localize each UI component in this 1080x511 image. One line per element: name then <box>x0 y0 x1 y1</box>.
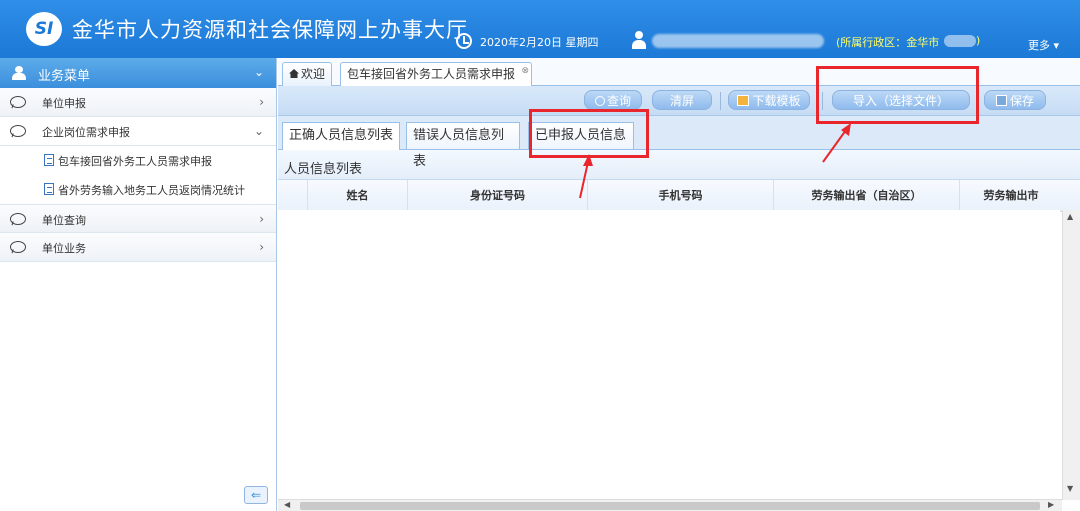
sidebar: 业务菜单 ⌄ 单位申报 › 企业岗位需求申报 ⌄ 包车接回省外务工人员需求申报 … <box>0 58 277 511</box>
column-header-name[interactable]: 姓名 <box>308 180 408 212</box>
collapse-sidebar-button[interactable]: ⇐ <box>244 486 268 504</box>
chevron-down-icon: ⌄ <box>253 124 264 138</box>
sidebar-item-label: 单位业务 <box>42 242 86 255</box>
toolbar-divider <box>720 92 721 110</box>
document-icon <box>44 183 54 195</box>
search-icon <box>594 96 605 106</box>
sidebar-item-job-demand[interactable]: 企业岗位需求申报 ⌄ <box>0 117 276 146</box>
caret-down-icon: ▾ <box>1053 39 1060 52</box>
clear-label: 清屏 <box>669 94 694 108</box>
row-number-header <box>278 180 308 212</box>
logo: SI <box>26 12 62 46</box>
sidebar-item-unit-business[interactable]: 单位业务 › <box>0 233 276 262</box>
query-button[interactable]: 查询 <box>584 90 642 110</box>
document-icon <box>44 154 54 166</box>
tab-label: 包车接回省外务工人员需求申报 <box>347 67 516 81</box>
save-label: 保存 <box>1009 94 1034 108</box>
blurred-username <box>652 34 824 48</box>
annotation-arrow-icon <box>822 123 851 163</box>
sidebar-title: 业务菜单 <box>38 69 91 84</box>
chevron-down-icon: ⌄ <box>253 65 264 79</box>
download-label: 下载模板 <box>752 94 801 108</box>
person-icon <box>12 66 26 80</box>
save-button[interactable]: 保存 <box>984 90 1046 110</box>
blurred-region <box>944 35 976 47</box>
region-suffix: ) <box>976 34 981 47</box>
chat-bubble-icon <box>10 96 26 108</box>
column-header-id[interactable]: 身份证号码 <box>408 180 588 212</box>
chat-bubble-icon <box>10 213 26 225</box>
table-body <box>278 210 1060 488</box>
sidebar-item-label: 单位申报 <box>42 97 86 110</box>
tab-welcome[interactable]: 欢迎 <box>282 62 333 86</box>
vertical-scrollbar[interactable]: ▲ ▼ <box>1062 210 1080 500</box>
query-label: 查询 <box>606 94 631 108</box>
sidebar-item-unit-query[interactable]: 单位查询 › <box>0 204 276 233</box>
tab-correct-list[interactable]: 正确人员信息列表 <box>282 122 400 150</box>
download-template-button[interactable]: 下载模板 <box>728 90 810 110</box>
column-header-phone[interactable]: 手机号码 <box>588 180 774 212</box>
sidebar-subitem-bus-return[interactable]: 包车接回省外务工人员需求申报 <box>0 146 276 175</box>
annotation-arrow-icon <box>579 154 593 199</box>
save-icon <box>995 95 1007 106</box>
close-icon[interactable]: ⊗ <box>521 60 529 82</box>
sidebar-item-unit-declare[interactable]: 单位申报 › <box>0 88 276 117</box>
highlight-box-import <box>816 66 979 124</box>
user-icon <box>632 31 646 49</box>
more-label: 更多 <box>1028 39 1050 52</box>
clear-button[interactable]: 清屏 <box>652 90 712 110</box>
chevron-right-icon: › <box>259 240 264 254</box>
sidebar-subitem-label: 省外劳务输入地务工人员返岗情况统计 <box>58 184 245 197</box>
arrow-left-icon: ⇐ <box>250 488 262 502</box>
table-header: 姓名 身份证号码 手机号码 劳务输出省（自治区） 劳务输出市 <box>278 180 1080 212</box>
current-date: 2020年2月20日 星期四 <box>480 36 599 49</box>
chevron-right-icon: › <box>259 212 264 226</box>
column-header-city[interactable]: 劳务输出市 <box>960 180 1062 212</box>
sidebar-header[interactable]: 业务菜单 ⌄ <box>0 58 276 88</box>
tab-bus-return[interactable]: 包车接回省外务工人员需求申报 ⊗ <box>340 60 533 87</box>
sidebar-item-label: 企业岗位需求申报 <box>42 126 130 139</box>
clock-icon <box>456 33 472 49</box>
more-menu[interactable]: 更多 ▾ <box>1028 37 1059 53</box>
tab-label: 欢迎 <box>301 67 326 81</box>
chevron-right-icon: › <box>259 95 264 109</box>
download-icon <box>737 95 750 106</box>
list-title: 人员信息列表 <box>278 150 1080 180</box>
sidebar-subitem-return-stats[interactable]: 省外劳务输入地务工人员返岗情况统计 <box>0 175 276 204</box>
tab-error-list[interactable]: 错误人员信息列表 <box>406 122 520 169</box>
horizontal-scrollbar[interactable]: ◀ ▶ <box>278 499 1062 511</box>
chat-bubble-icon <box>10 125 26 137</box>
chat-bubble-icon <box>10 241 26 253</box>
sidebar-item-label: 单位查询 <box>42 214 86 227</box>
main-panel: 欢迎 包车接回省外务工人员需求申报 ⊗ 查询 清屏 下载模板 导入（选择文件） 保… <box>278 58 1080 511</box>
scroll-right-icon[interactable]: ▶ <box>1048 500 1054 509</box>
tab-label: 正确人员信息列表 <box>289 128 394 143</box>
app-header: SI 金华市人力资源和社会保障网上办事大厅 2020年2月20日 星期四 (所属… <box>0 0 1080 58</box>
scroll-left-icon[interactable]: ◀ <box>284 500 290 509</box>
app-title: 金华市人力资源和社会保障网上办事大厅 <box>72 18 468 42</box>
scroll-thumb[interactable] <box>300 502 1040 510</box>
sidebar-subitem-label: 包车接回省外务工人员需求申报 <box>58 155 212 168</box>
scroll-up-icon[interactable]: ▲ <box>1067 212 1073 221</box>
home-icon <box>289 69 299 78</box>
scroll-down-icon[interactable]: ▼ <box>1067 484 1073 493</box>
column-header-province[interactable]: 劳务输出省（自治区） <box>774 180 960 212</box>
region-label: (所属行政区：金华市 <box>836 36 940 49</box>
